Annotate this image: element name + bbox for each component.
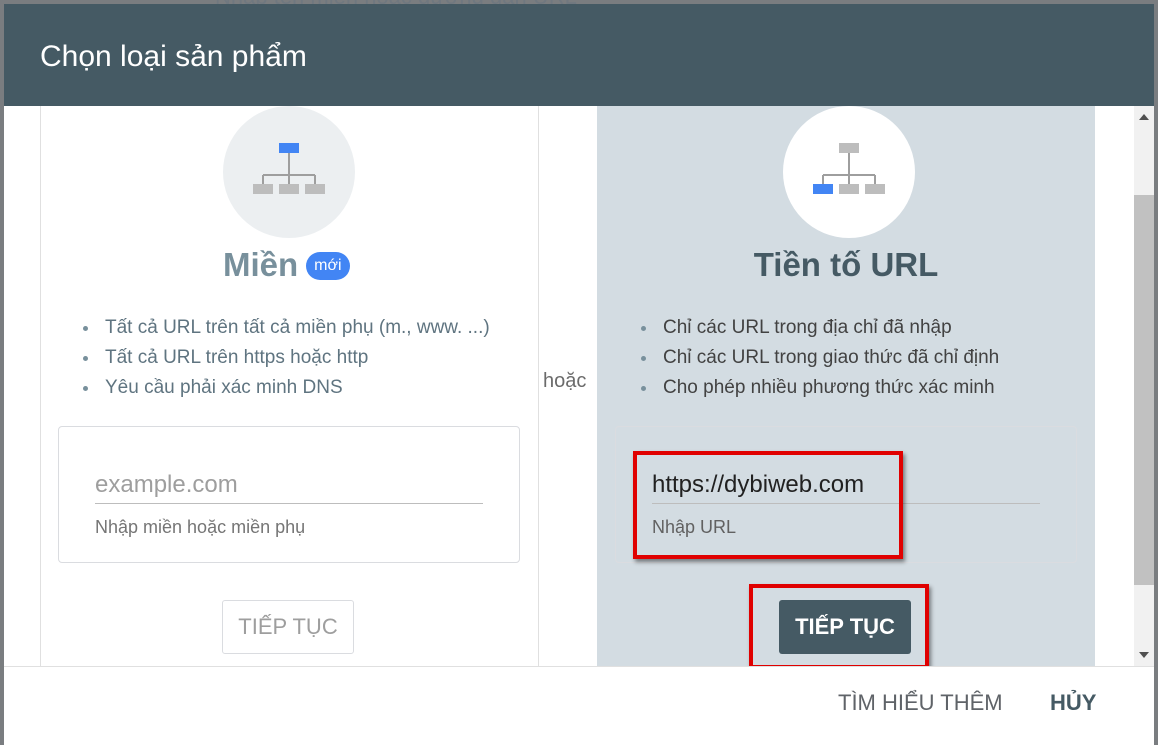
list-item: Chỉ các URL trong giao thức đã chỉ định	[640, 343, 999, 373]
or-separator: hoặc	[543, 370, 587, 392]
url-prefix-option-title: Tiền tố URL	[753, 246, 939, 283]
url-input-highlight	[633, 451, 903, 559]
domain-input-card: Nhập miền hoặc miền phụ	[58, 426, 520, 563]
domain-input[interactable]	[95, 467, 483, 504]
list-item: Chỉ các URL trong địa chỉ đã nhập	[640, 313, 999, 343]
url-prefix-option-panel[interactable]: Tiền tố URL Chỉ các URL trong địa chỉ đã…	[597, 106, 1095, 666]
domain-input-hint: Nhập miền hoặc miền phụ	[95, 517, 306, 537]
dialog-footer: TÌM HIỂU THÊM HỦY	[4, 666, 1154, 745]
continue-button-highlight	[749, 584, 929, 666]
url-prefix-hierarchy-icon	[783, 106, 915, 238]
domain-continue-button[interactable]: TIẾP TỤC	[222, 600, 354, 654]
learn-more-button[interactable]: TÌM HIỂU THÊM	[838, 690, 1003, 716]
new-badge: mới	[306, 252, 350, 280]
list-item: Tất cả URL trên tất cả miền phụ (m., www…	[83, 313, 490, 343]
content-scrollbar[interactable]	[1134, 106, 1154, 666]
domain-option-panel: Miền mới Tất cả URL trên tất cả miền phụ …	[40, 106, 539, 666]
choose-property-type-dialog: Chọn loại sản phẩm Miền mới Tất cả URL t…	[4, 4, 1154, 745]
url-prefix-feature-list: Chỉ các URL trong địa chỉ đã nhập Chỉ cá…	[637, 313, 999, 403]
domain-feature-list: Tất cả URL trên tất cả miền phụ (m., www…	[79, 313, 490, 403]
domain-hierarchy-icon	[223, 106, 355, 238]
list-item: Cho phép nhiều phương thức xác minh	[640, 373, 999, 403]
scroll-up-arrow-icon[interactable]	[1139, 114, 1149, 120]
dialog-content: Miền mới Tất cả URL trên tất cả miền phụ …	[4, 106, 1134, 666]
dialog-header: Chọn loại sản phẩm	[4, 4, 1154, 106]
list-item: Tất cả URL trên https hoặc http	[83, 343, 490, 373]
scrollbar-thumb[interactable]	[1134, 195, 1154, 585]
dialog-title: Chọn loại sản phẩm	[40, 40, 307, 73]
scroll-down-arrow-icon[interactable]	[1139, 652, 1149, 658]
cancel-button[interactable]: HỦY	[1050, 690, 1096, 716]
list-item: Yêu cầu phải xác minh DNS	[83, 373, 490, 403]
domain-option-title: Miền mới	[223, 246, 350, 284]
